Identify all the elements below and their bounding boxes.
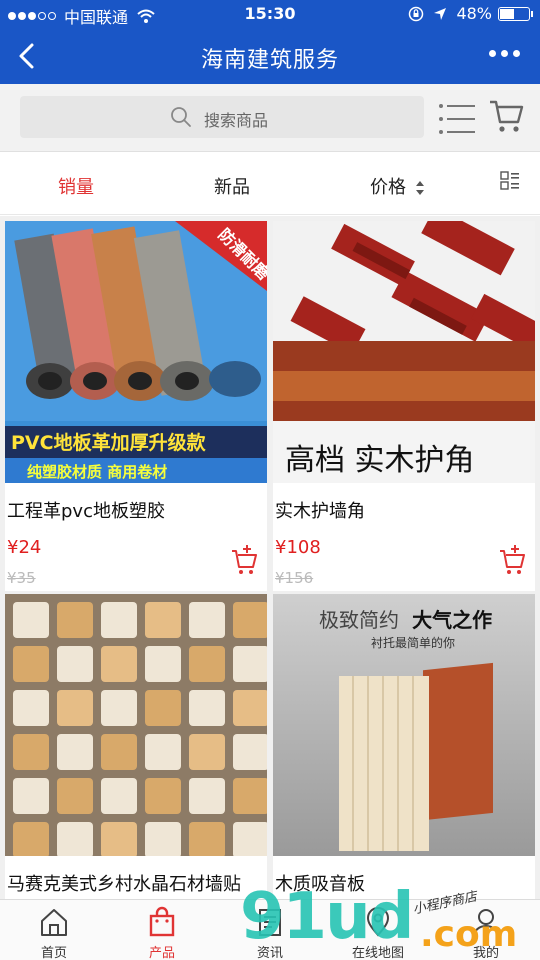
tab-mine[interactable]: 我的 — [432, 900, 540, 960]
tab-news[interactable]: 资讯 — [216, 900, 324, 960]
app-root: 中国联通 15:30 48% 海南建筑服务 搜索商品 销量 新品 价格 防滑耐磨… — [0, 0, 540, 960]
battery-icon — [498, 6, 533, 21]
product-image-subtitle: 纯塑胶材质 商用卷材 — [27, 463, 168, 481]
sort-bar: 销量 新品 价格 — [0, 153, 540, 215]
battery-percent: 48% — [456, 4, 492, 23]
tab-label: 产品 — [148, 946, 175, 960]
more-icon[interactable] — [484, 50, 520, 57]
product-card[interactable]: 高档 实木护角 实木护墙角 ¥108 ¥156 — [273, 221, 535, 591]
map-icon — [366, 907, 390, 937]
sort-tab-sales[interactable]: 销量 — [58, 173, 94, 199]
status-bar: 中国联通 15:30 48% — [0, 0, 540, 28]
category-list-icon[interactable] — [438, 102, 476, 136]
product-image-title-a: 极致简约 — [319, 608, 399, 632]
lock-rotation-icon — [409, 6, 424, 21]
location-icon — [434, 7, 447, 20]
product-image: 防滑耐磨 PVC地板革加厚升级款 纯塑胶材质 商用卷材 — [5, 221, 267, 483]
bottom-tab-bar: 首页 产品 资讯 在线地图 我的 — [0, 899, 540, 960]
sort-tab-new[interactable]: 新品 — [214, 173, 250, 199]
bag-icon — [149, 906, 175, 937]
tab-label: 我的 — [472, 946, 499, 960]
search-input[interactable]: 搜索商品 — [20, 96, 424, 138]
tab-home[interactable]: 首页 — [0, 900, 108, 960]
product-image-caption: 高档 实木护角 — [285, 443, 475, 478]
product-name[interactable]: 木质吸音板 — [275, 870, 365, 896]
product-grid: 防滑耐磨 PVC地板革加厚升级款 纯塑胶材质 商用卷材 工程革pvc地板塑胶 ¥… — [0, 216, 540, 899]
nav-bar: 海南建筑服务 — [0, 28, 540, 84]
product-image-headline: 极致简约 大气之作 — [319, 604, 492, 633]
tab-label: 在线地图 — [351, 946, 404, 960]
product-original-price: ¥156 — [275, 569, 314, 587]
search-placeholder: 搜索商品 — [204, 111, 269, 130]
product-image-subtitle: 衬托最简单的你 — [371, 636, 456, 650]
search-row: 搜索商品 — [0, 84, 540, 152]
product-image: 高档 实木护角 — [273, 221, 535, 483]
tab-products[interactable]: 产品 — [108, 900, 216, 960]
product-name[interactable]: 实木护墙角 — [275, 497, 365, 523]
product-original-price: ¥35 — [7, 569, 36, 587]
user-icon — [473, 909, 499, 937]
search-icon — [171, 107, 191, 127]
news-icon — [259, 909, 281, 936]
product-price: ¥108 — [275, 537, 321, 558]
home-icon — [41, 909, 67, 936]
add-to-cart-icon[interactable] — [499, 545, 525, 575]
add-to-cart-icon[interactable] — [231, 545, 257, 575]
product-image-title-b: 大气之作 — [412, 608, 493, 632]
sort-tab-price[interactable]: 价格 — [370, 173, 425, 199]
sort-arrows-icon — [415, 181, 424, 195]
tab-label: 资讯 — [256, 946, 283, 960]
tab-map[interactable]: 在线地图 — [324, 900, 432, 960]
product-image — [5, 594, 267, 856]
sort-tab-price-label: 价格 — [370, 177, 406, 198]
page-title: 海南建筑服务 — [200, 48, 339, 73]
product-image-banner: PVC地板革加厚升级款 — [11, 432, 206, 454]
product-image: 极致简约 大气之作 衬托最简单的你 — [273, 594, 535, 856]
status-right: 48% — [408, 4, 533, 23]
cart-icon[interactable] — [488, 98, 524, 134]
tab-label: 首页 — [40, 946, 67, 960]
product-name[interactable]: 马赛克美式乡村水晶石材墙贴 — [7, 870, 241, 896]
product-name[interactable]: 工程革pvc地板塑胶 — [7, 497, 165, 523]
grid-view-toggle-icon[interactable] — [500, 171, 520, 191]
product-card[interactable]: 防滑耐磨 PVC地板革加厚升级款 纯塑胶材质 商用卷材 工程革pvc地板塑胶 ¥… — [5, 221, 267, 591]
product-card[interactable]: 极致简约 大气之作 衬托最简单的你 木质吸音板 — [273, 594, 535, 899]
product-price: ¥24 — [7, 537, 42, 558]
product-card[interactable]: 马赛克美式乡村水晶石材墙贴 — [5, 594, 267, 899]
